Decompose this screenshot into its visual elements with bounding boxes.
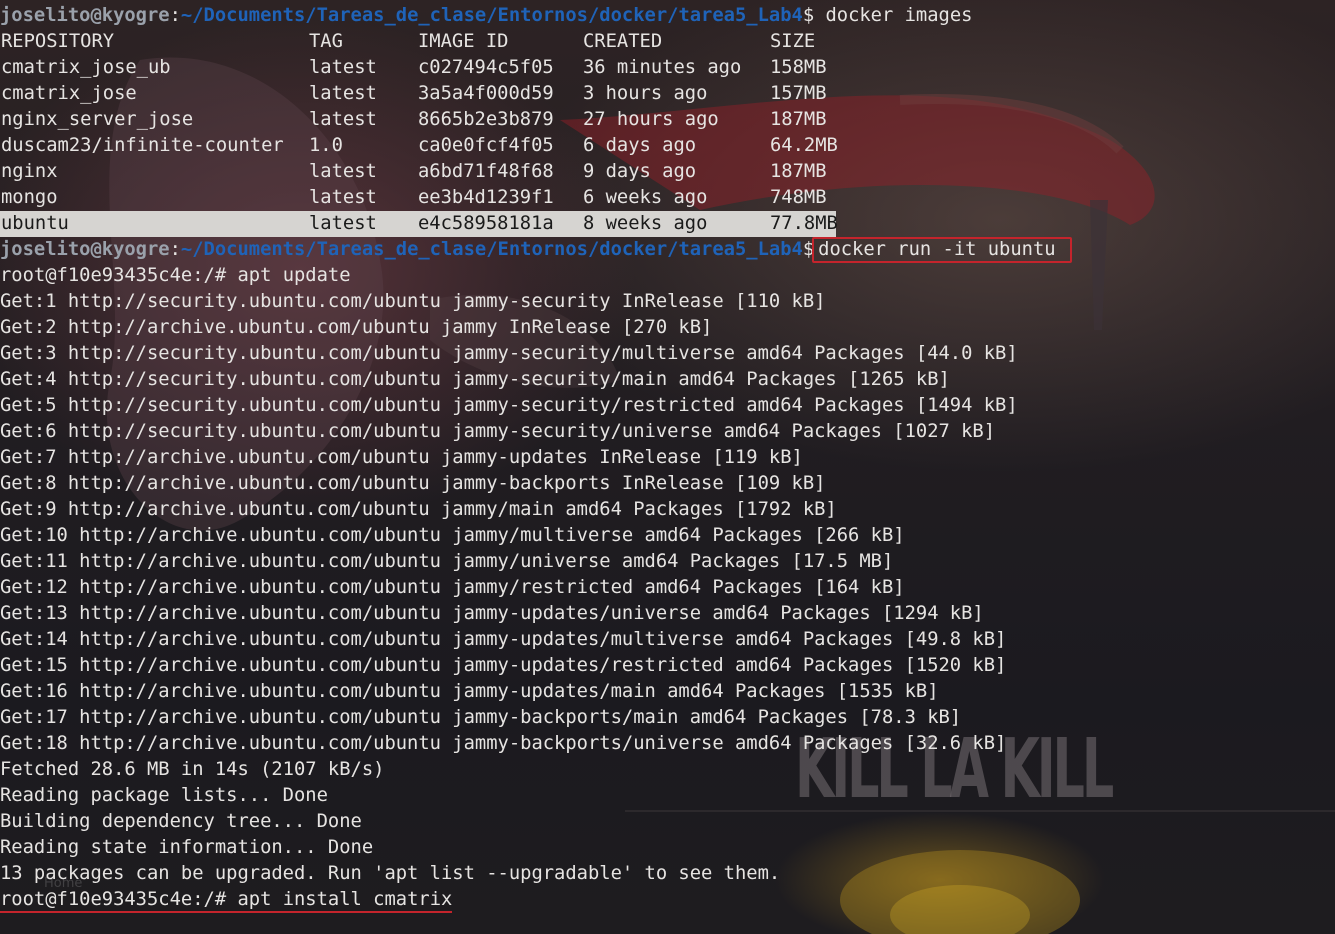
apt-output-line: Get:18 http://archive.ubuntu.com/ubuntu … bbox=[0, 733, 1007, 754]
prompt-user-host: joselito@kyogre bbox=[0, 239, 170, 260]
tag-cell: latest bbox=[309, 109, 377, 130]
apt-output-line: Get:16 http://archive.ubuntu.com/ubuntu … bbox=[0, 681, 939, 702]
created-cell: 6 weeks ago bbox=[583, 187, 708, 208]
apt-output-line: Get:15 http://archive.ubuntu.com/ubuntu … bbox=[0, 655, 1007, 676]
image-row: nginx_server_jose latest 8665b2e3b879 27… bbox=[0, 107, 1335, 133]
prompt-path: ~/Documents/Tareas_de_clase/Entornos/doc… bbox=[180, 5, 803, 26]
size-cell: 187MB bbox=[770, 109, 827, 130]
command-text: apt update bbox=[237, 265, 351, 286]
apt-output-line: Get:4 http://security.ubuntu.com/ubuntu … bbox=[0, 369, 950, 390]
size-cell: 64.2MB bbox=[770, 135, 838, 156]
apt-output-line: 13 packages can be upgraded. Run 'apt li… bbox=[0, 863, 781, 884]
size-cell: 157MB bbox=[770, 83, 827, 104]
command-text: apt install cmatrix bbox=[237, 889, 453, 910]
root-prompt-install[interactable]: root@f10e93435c4e:/# apt install cmatrix bbox=[0, 887, 1335, 913]
apt-output-line: Get:8 http://archive.ubuntu.com/ubuntu j… bbox=[0, 473, 826, 494]
apt-output-line: Get:17 http://archive.ubuntu.com/ubuntu … bbox=[0, 707, 962, 728]
tag-cell: 1.0 bbox=[309, 135, 343, 156]
tag-cell: latest bbox=[309, 213, 377, 234]
repository-cell: cmatrix_jose bbox=[1, 83, 137, 104]
root-prompt-update: root@f10e93435c4e:/# apt update bbox=[0, 263, 1335, 289]
column-header: CREATED bbox=[583, 31, 663, 52]
apt-output-line: Get:14 http://archive.ubuntu.com/ubuntu … bbox=[0, 629, 1007, 650]
created-cell: 36 minutes ago bbox=[583, 57, 742, 78]
tag-cell: latest bbox=[309, 187, 377, 208]
size-cell: 77.8MB bbox=[770, 213, 838, 234]
column-header: TAG bbox=[309, 31, 343, 52]
apt-output-line: Fetched 28.6 MB in 14s (2107 kB/s) bbox=[0, 759, 385, 780]
image-row: duscam23/infinite-counter 1.0 ca0e0fcf4f… bbox=[0, 133, 1335, 159]
root-prompt: root@f10e93435c4e:/# bbox=[0, 265, 227, 286]
tag-cell: latest bbox=[309, 83, 377, 104]
apt-output-line: Building dependency tree... Done bbox=[0, 811, 362, 832]
repository-cell: duscam23/infinite-counter bbox=[1, 135, 284, 156]
apt-output-line: Get:2 http://archive.ubuntu.com/ubuntu j… bbox=[0, 317, 713, 338]
apt-output-line: Get:11 http://archive.ubuntu.com/ubuntu … bbox=[0, 551, 894, 572]
tag-cell: latest bbox=[309, 57, 377, 78]
root-prompt: root@f10e93435c4e:/# bbox=[0, 889, 227, 910]
image-id-cell: 3a5a4f000d59 bbox=[418, 83, 554, 104]
apt-output-line: Get:10 http://archive.ubuntu.com/ubuntu … bbox=[0, 525, 905, 546]
highlighted-run-command: docker run -it ubuntu bbox=[812, 237, 1072, 263]
apt-output-line: Get:6 http://security.ubuntu.com/ubuntu … bbox=[0, 421, 996, 442]
apt-output-line: Get:3 http://security.ubuntu.com/ubuntu … bbox=[0, 343, 1018, 364]
created-cell: 3 hours ago bbox=[583, 83, 708, 104]
tag-cell: latest bbox=[309, 161, 377, 182]
images-table-header: REPOSITORY TAG IMAGE ID CREATED SIZE bbox=[0, 29, 1335, 55]
apt-output-line: Get:7 http://archive.ubuntu.com/ubuntu j… bbox=[0, 447, 803, 468]
image-row: nginx latest a6bd71f48f68 9 days ago 187… bbox=[0, 159, 1335, 185]
image-row: cmatrix_jose_ub latest c027494c5f05 36 m… bbox=[0, 55, 1335, 81]
image-row: cmatrix_jose latest 3a5a4f000d59 3 hours… bbox=[0, 81, 1335, 107]
repository-cell: ubuntu bbox=[1, 213, 69, 234]
image-id-cell: 8665b2e3b879 bbox=[418, 109, 554, 130]
terminal-output[interactable]: joselito@kyogre:~/Documents/Tareas_de_cl… bbox=[0, 3, 1335, 913]
repository-cell: cmatrix_jose_ub bbox=[1, 57, 171, 78]
repository-cell: mongo bbox=[1, 187, 58, 208]
prompt-user-host: joselito@kyogre bbox=[0, 5, 170, 26]
size-cell: 187MB bbox=[770, 161, 827, 182]
prompt-line-images: joselito@kyogre:~/Documents/Tareas_de_cl… bbox=[0, 5, 973, 26]
image-id-cell: ca0e0fcf4f05 bbox=[418, 135, 554, 156]
size-cell: 748MB bbox=[770, 187, 827, 208]
created-cell: 8 weeks ago bbox=[583, 213, 708, 234]
apt-output-line: Get:13 http://archive.ubuntu.com/ubuntu … bbox=[0, 603, 984, 624]
apt-output-line: Get:9 http://archive.ubuntu.com/ubuntu j… bbox=[0, 499, 837, 520]
underlined-install-command: root@f10e93435c4e:/# apt install cmatrix bbox=[0, 889, 453, 913]
prompt-symbol: $ bbox=[802, 5, 815, 26]
image-id-cell: c027494c5f05 bbox=[418, 57, 554, 78]
apt-output-line: Get:1 http://security.ubuntu.com/ubuntu … bbox=[0, 291, 826, 312]
size-cell: 158MB bbox=[770, 57, 827, 78]
command-text: docker images bbox=[825, 5, 973, 26]
apt-output-line: Get:12 http://archive.ubuntu.com/ubuntu … bbox=[0, 577, 905, 598]
prompt-line-run: joselito@kyogre:~/Documents/Tareas_de_cl… bbox=[0, 237, 1335, 263]
image-id-cell: e4c58958181a bbox=[418, 213, 554, 234]
column-header: IMAGE ID bbox=[418, 31, 509, 52]
image-id-cell: ee3b4d1239f1 bbox=[418, 187, 554, 208]
image-row-selected[interactable]: ubuntu latest e4c58958181a 8 weeks ago 7… bbox=[0, 211, 1335, 237]
apt-output-line: Reading package lists... Done bbox=[0, 785, 328, 806]
image-row: mongo latest ee3b4d1239f1 6 weeks ago 74… bbox=[0, 185, 1335, 211]
repository-cell: nginx_server_jose bbox=[1, 109, 194, 130]
image-id-cell: a6bd71f48f68 bbox=[418, 161, 554, 182]
repository-cell: nginx bbox=[1, 161, 58, 182]
apt-output-line: Reading state information... Done bbox=[0, 837, 374, 858]
created-cell: 6 days ago bbox=[583, 135, 697, 156]
created-cell: 27 hours ago bbox=[583, 109, 719, 130]
column-header: REPOSITORY bbox=[1, 31, 115, 52]
created-cell: 9 days ago bbox=[583, 161, 697, 182]
prompt-path: ~/Documents/Tareas_de_clase/Entornos/doc… bbox=[180, 239, 803, 260]
column-header: SIZE bbox=[770, 31, 816, 52]
apt-output-line: Get:5 http://security.ubuntu.com/ubuntu … bbox=[0, 395, 1018, 416]
